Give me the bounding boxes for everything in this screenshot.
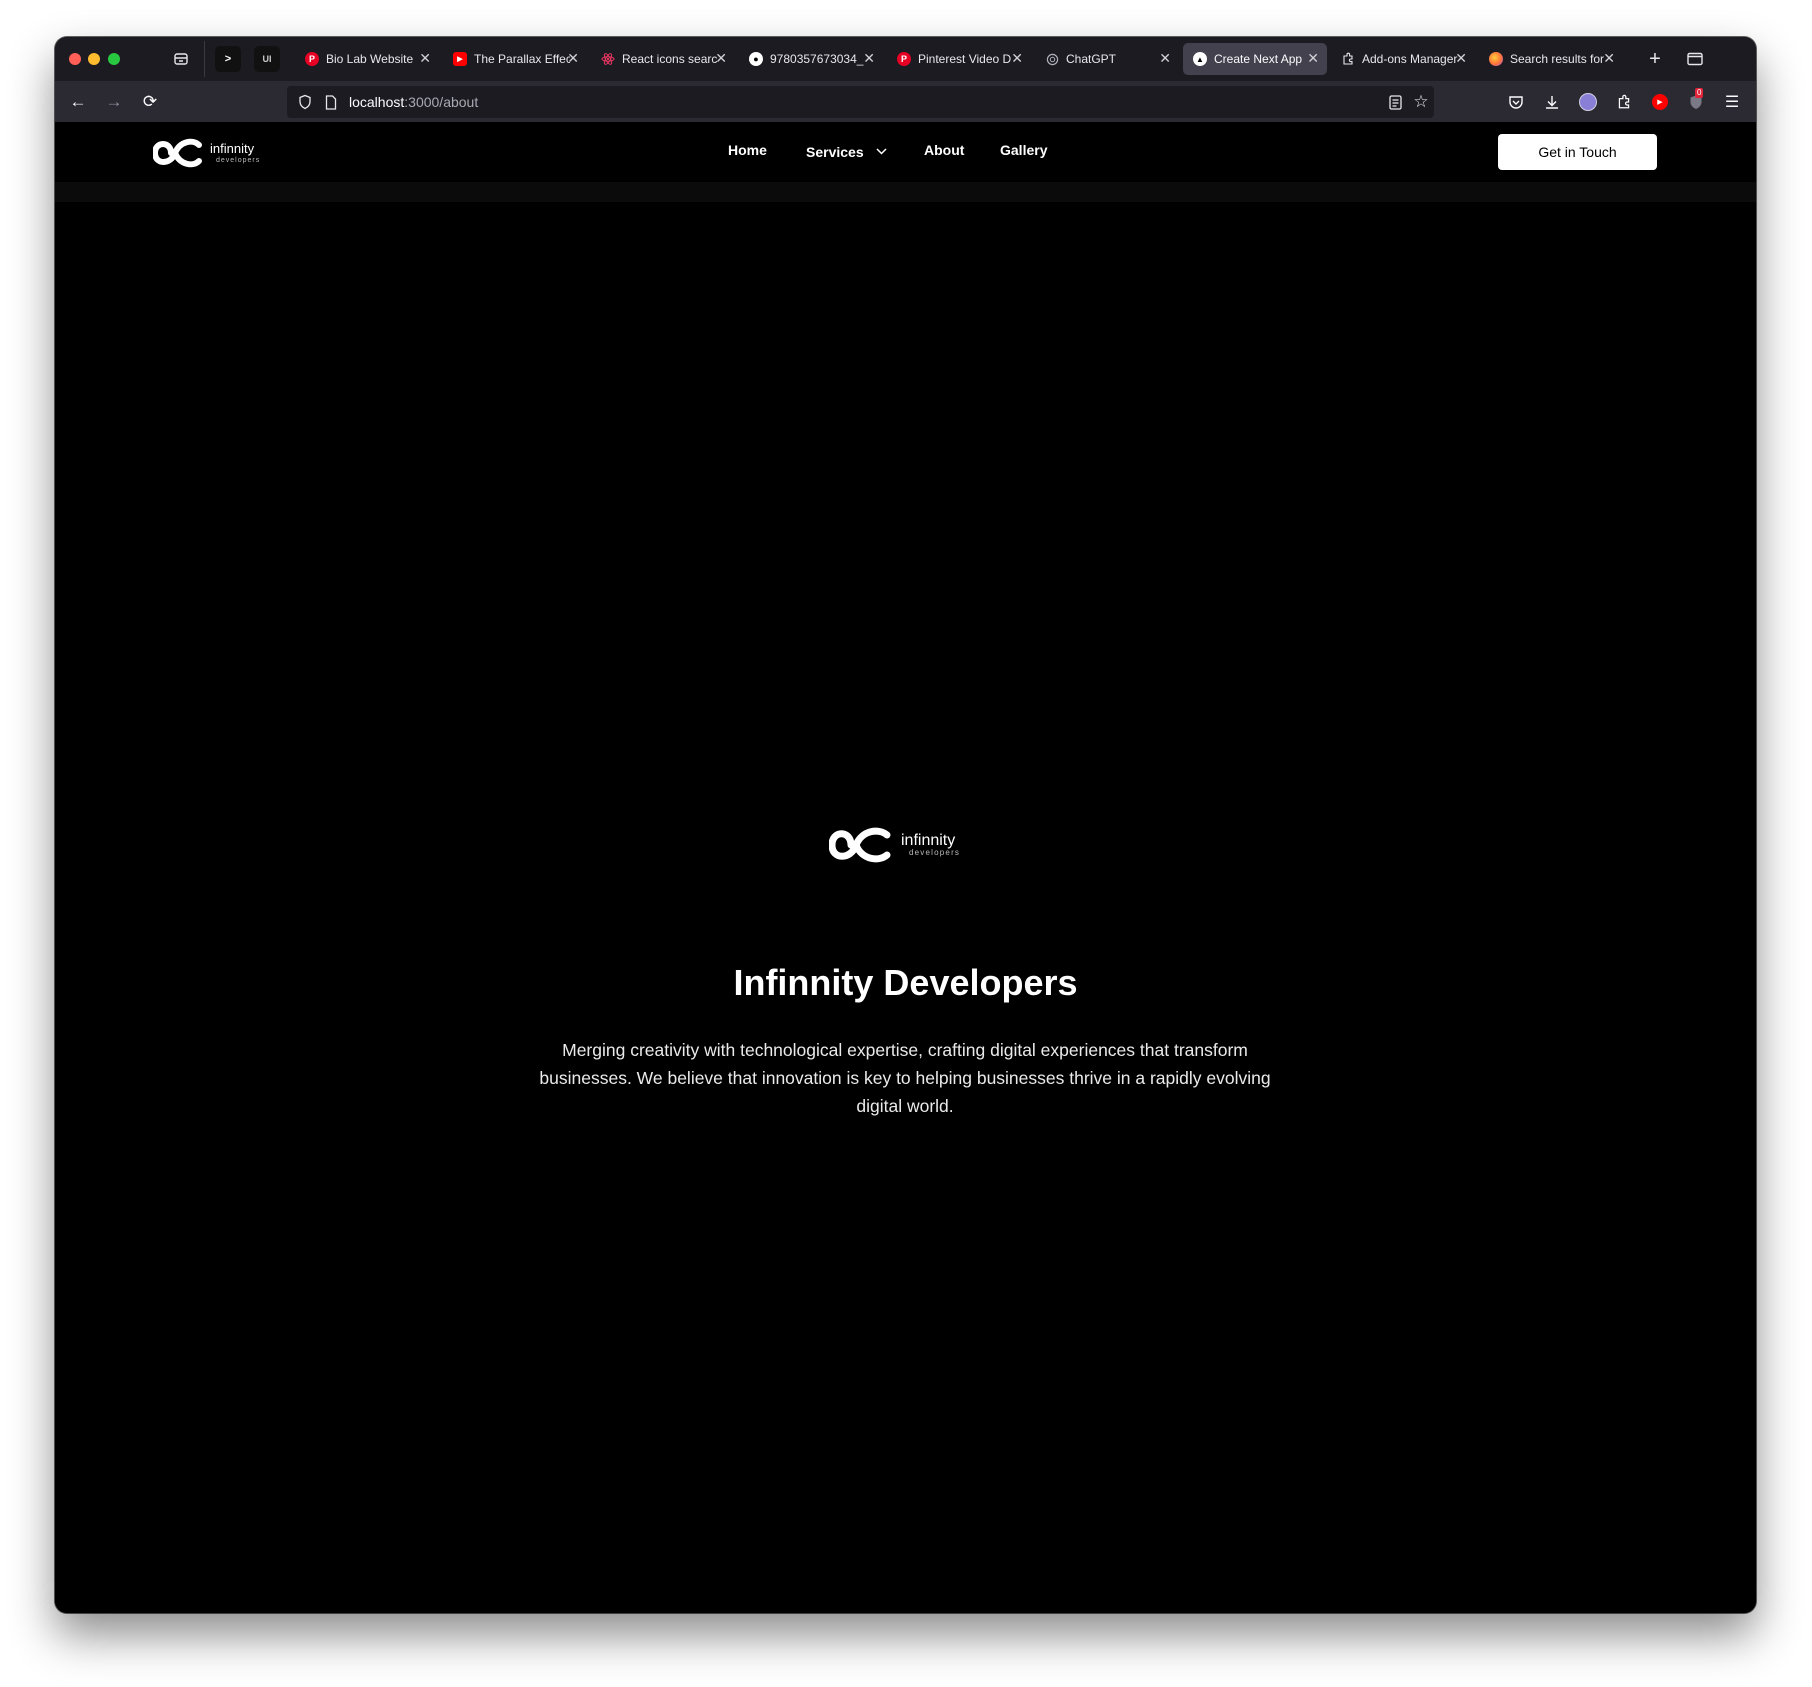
close-tab-icon[interactable]: ✕: [863, 50, 875, 67]
menu-gallery[interactable]: Gallery: [1000, 142, 1047, 158]
tab-strip: > UI P Bio Lab Website ✕ ▶ The Parallax …: [55, 37, 1756, 82]
terminal-icon: >: [224, 53, 232, 65]
badge-count: 0: [1695, 88, 1704, 98]
tab-title: Search results for: [1510, 52, 1605, 66]
tab-search-results[interactable]: Search results for ✕: [1479, 43, 1623, 75]
youtube-icon: ▶: [453, 52, 467, 66]
url-text[interactable]: localhost:3000/about: [349, 94, 478, 110]
close-tab-icon[interactable]: ✕: [1307, 50, 1319, 67]
header-divider: [55, 182, 1756, 202]
ui-icon: UI: [262, 54, 272, 64]
pinned-tab-terminal[interactable]: >: [215, 46, 241, 72]
tab-react-icons[interactable]: React icons search ✕: [591, 43, 735, 75]
tab-title: ChatGPT: [1066, 52, 1117, 66]
shield-icon[interactable]: [293, 90, 317, 114]
github-icon: ●: [749, 52, 763, 66]
pinterest-icon: P: [897, 52, 911, 66]
youtube-extension-icon[interactable]: ▶: [1648, 90, 1672, 114]
pinterest-icon: P: [305, 52, 319, 66]
close-tab-icon[interactable]: ✕: [715, 50, 727, 67]
menu-services-label: Services: [806, 144, 864, 160]
navigation-toolbar: ← → ⟳ localhost:3000/about ☆ ▶ 0 ☰: [55, 82, 1756, 122]
pinned-tab-ui[interactable]: UI: [254, 46, 280, 72]
tab-title: Pinterest Video D: [918, 52, 1012, 66]
chevron-down-icon: [875, 142, 887, 158]
hero-logo-word: infinnity: [901, 832, 955, 849]
ublock-extension-icon[interactable]: 0: [1684, 88, 1708, 114]
hero-logo-subword: developers: [909, 848, 960, 857]
browser-window: > UI P Bio Lab Website ✕ ▶ The Parallax …: [55, 37, 1756, 1613]
react-icon: [601, 52, 615, 66]
reload-icon[interactable]: ⟳: [138, 90, 162, 114]
close-tab-icon[interactable]: ✕: [419, 50, 431, 67]
new-tab-icon[interactable]: +: [1643, 47, 1667, 71]
forward-arrow-icon[interactable]: →: [102, 90, 126, 114]
bookmark-star-icon[interactable]: ☆: [1409, 90, 1433, 114]
tab-github[interactable]: ● 9780357673034_ ✕: [739, 43, 883, 75]
tab-title: React icons search: [622, 52, 718, 66]
menu-services[interactable]: Services: [806, 142, 887, 160]
back-arrow-icon[interactable]: ←: [66, 90, 90, 114]
url-bar[interactable]: localhost:3000/about ☆: [287, 86, 1434, 118]
firefox-icon: [1489, 52, 1503, 66]
minimize-window-button[interactable]: [88, 53, 100, 65]
reader-view-icon[interactable]: [1383, 90, 1407, 114]
tab-addons[interactable]: Add-ons Manager ✕: [1331, 43, 1475, 75]
tab-title: The Parallax Effect: [474, 52, 570, 66]
site-header: infinnity developers Home Services About…: [55, 122, 1756, 182]
tab-chatgpt[interactable]: ChatGPT ✕: [1035, 43, 1179, 75]
page-content: infinnity developers Home Services About…: [55, 122, 1756, 1613]
maximize-window-button[interactable]: [108, 53, 120, 65]
url-path: :3000/about: [404, 94, 479, 110]
tab-create-next-app[interactable]: ▲ Create Next App ✕: [1183, 43, 1327, 75]
tab-separator: [204, 41, 205, 77]
close-tab-icon[interactable]: ✕: [567, 50, 579, 67]
nextjs-icon: ▲: [1193, 52, 1207, 66]
tab-parallax[interactable]: ▶ The Parallax Effect ✕: [443, 43, 587, 75]
tab-bio-lab[interactable]: P Bio Lab Website ✕: [295, 43, 439, 75]
tab-title: 9780357673034_: [770, 52, 864, 66]
hamburger-menu-icon[interactable]: ☰: [1720, 90, 1744, 114]
get-in-touch-button[interactable]: Get in Touch: [1498, 134, 1657, 170]
close-tab-icon[interactable]: ✕: [1011, 50, 1023, 67]
download-icon[interactable]: [1540, 90, 1564, 114]
close-tab-icon[interactable]: ✕: [1159, 50, 1171, 67]
close-window-button[interactable]: [69, 53, 81, 65]
tab-title: Create Next App: [1214, 52, 1303, 66]
pocket-icon[interactable]: [1504, 90, 1528, 114]
tab-pinterest-video[interactable]: P Pinterest Video D ✕: [887, 43, 1031, 75]
close-tab-icon[interactable]: ✕: [1603, 50, 1615, 67]
menu-about[interactable]: About: [924, 142, 964, 158]
menu-home[interactable]: Home: [728, 142, 767, 158]
close-tab-icon[interactable]: ✕: [1455, 50, 1467, 67]
tab-title: Bio Lab Website: [326, 52, 414, 66]
account-avatar-icon[interactable]: [1576, 90, 1600, 114]
list-all-tabs-icon[interactable]: [1683, 47, 1707, 71]
tab-overview-icon[interactable]: [169, 47, 193, 71]
tab-title: Add-ons Manager: [1362, 52, 1458, 66]
page-icon: [319, 90, 343, 114]
url-host: localhost: [349, 94, 405, 110]
chatgpt-icon: [1045, 52, 1059, 66]
hero-description: Merging creativity with technological ex…: [539, 1040, 1271, 1116]
hero-title: Infinnity Developers: [733, 962, 1078, 1003]
extensions-icon[interactable]: [1612, 90, 1636, 114]
hero-logo: infinnity developers: [828, 822, 984, 868]
puzzle-icon: [1341, 52, 1355, 66]
